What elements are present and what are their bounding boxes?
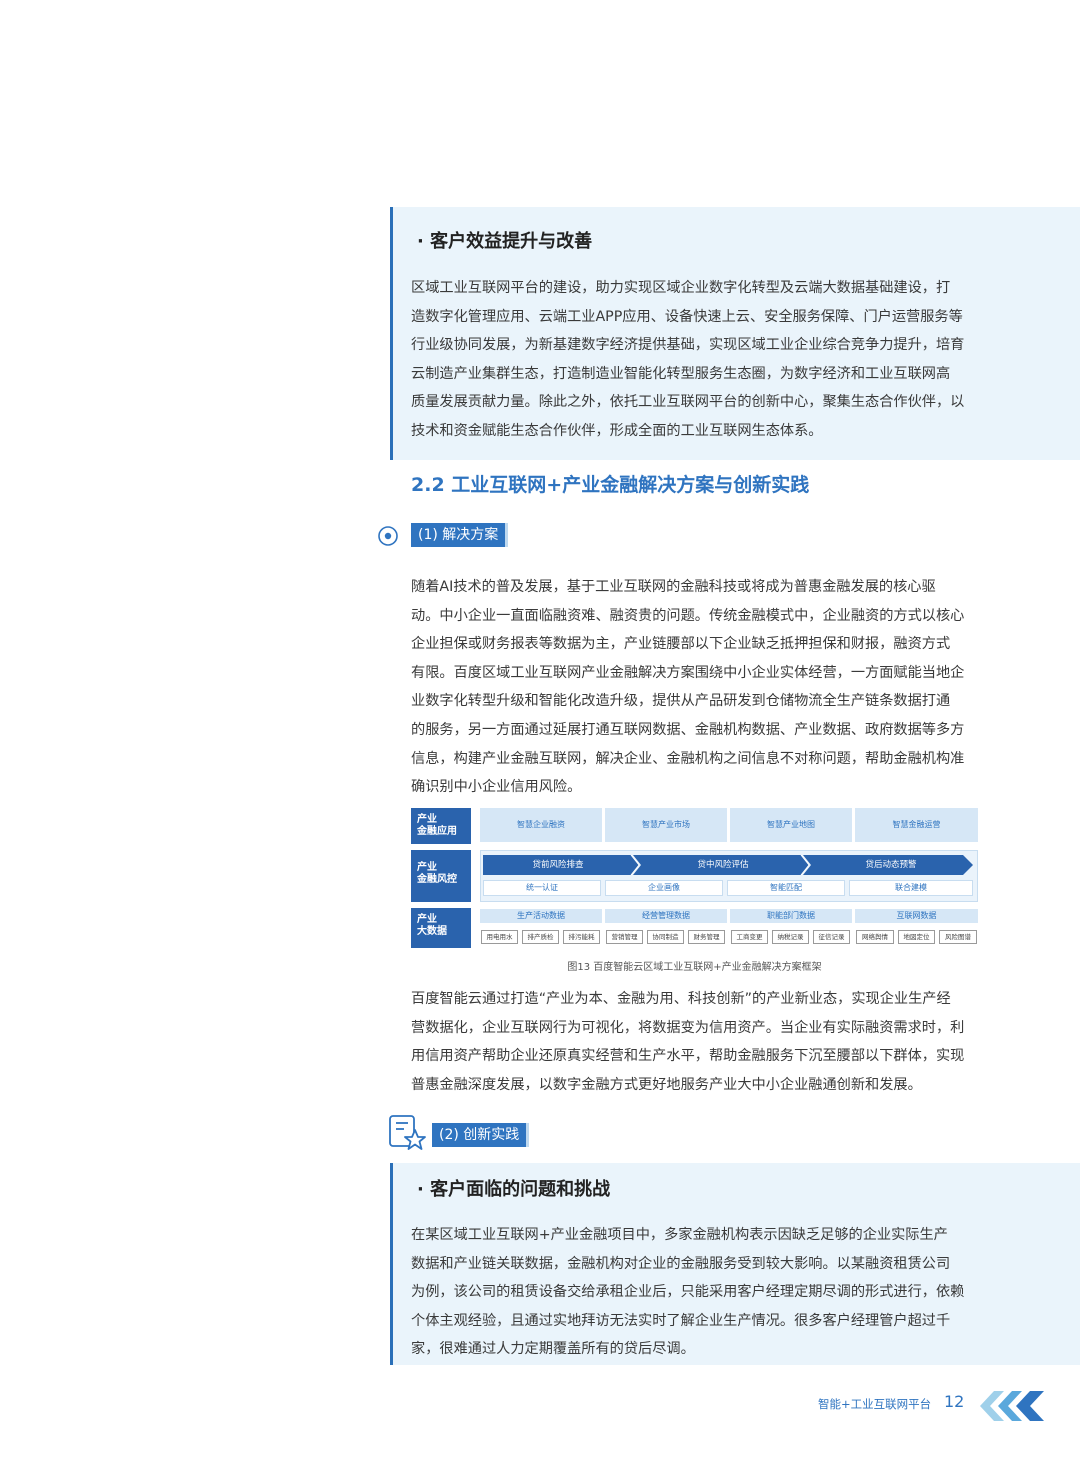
text-line: 在某区域工业互联网+产业金融项目中，多家金融机构表示因缺乏足够的企业实际生产: [411, 1227, 948, 1243]
data-item: 纳税记录: [772, 930, 809, 944]
challenges-paragraph: 在某区域工业互联网+产业金融项目中，多家金融机构表示因缺乏足够的企业实际生产 数…: [411, 1221, 964, 1364]
text-line: 个体主观经验，且通过实地拜访无法实时了解企业生产情况。很多客户经理管户超过千: [411, 1312, 951, 1329]
outcome-paragraph: 百度智能云通过打造“产业为本、金融为用、科技创新”的产业新业态，实现企业生产经 …: [411, 985, 964, 1099]
text-line: 普惠金融深度发展，以数字金融方式更好地服务产业大中小企业融通创新和发展。: [411, 1076, 922, 1093]
text-line: 业数字化转型升级和智能化改造升级，提供从产品研发到仓储物流全生产链条数据打通: [411, 693, 951, 710]
app-cell: 智慧金融运营: [855, 808, 978, 842]
data-item: 地図定位: [898, 930, 935, 944]
solution-framework-diagram: 产业 金融应用 智慧企业融资 智慧产业市场 智慧产业地图 智慧金融运营 产业 金…: [411, 808, 978, 948]
row-label-line: 金融风控: [417, 874, 457, 885]
row-label-big-data: 产业 大数据: [411, 908, 471, 948]
data-item: 风险图谱: [939, 930, 977, 944]
footer-title: 智能+工业互联网平台: [818, 1397, 932, 1411]
text-line: 百度智能云通过打造“产业为本、金融为用、科技创新”的产业新业态，实现企业生产经: [411, 991, 951, 1007]
app-cell: 智慧产业地图: [730, 808, 852, 842]
risk-cell: 智能匹配: [727, 880, 845, 896]
text-line: 家，很难通过人力定期覆盖所有的贷后尽调。: [411, 1341, 695, 1358]
data-group-title: 经营管理数据: [605, 909, 727, 923]
target-icon: [377, 525, 399, 547]
text-line: 有限。百度区域工业互联网产业金融解决方案围绕中小企业实体经营，一方面赋能当地企: [411, 664, 965, 681]
star-note-icon: [388, 1114, 428, 1152]
solution-tag: (1) 解决方案: [411, 523, 509, 547]
text-line: 造数字化管理应用、云端工业APP应用、设备快速上云、安全服务保障、门户运营服务等: [411, 308, 963, 325]
section-title: 2.2 工业互联网+产业金融解决方案与创新实践: [411, 474, 810, 496]
text-line: 区域工业互联网平台的建设，助力实现区域企业数字化转型及云端大数据基础建设，打: [411, 280, 951, 296]
benefits-paragraph: 区域工业互联网平台的建设，助力实现区域企业数字化转型及云端大数据基础建设，打 造…: [411, 274, 964, 446]
diagram-caption: 图13 百度智能云区域工业互联网+产业金融解决方案框架: [567, 962, 822, 973]
data-item: 网络舆情: [856, 930, 894, 944]
data-item: 营销管理: [606, 930, 643, 944]
data-item: 工商变更: [731, 930, 768, 944]
arrow-label: 贷中风险评估: [697, 860, 749, 870]
data-item: 用电用水: [481, 930, 518, 944]
row-label-line: 产业: [417, 914, 437, 925]
risk-cell: 统一认证: [483, 880, 601, 896]
text-line: 营数据化，企业互联网行为可视化，将数据变为信用资产。当企业有实际融资需求时，利: [411, 1019, 965, 1036]
text-line: 确识别中小企业信用风险。: [411, 779, 582, 796]
text-line: 动。中小企业一直面临融资难、融资贵的问题。传统金融模式中，企业融资的方式以核心: [411, 607, 965, 624]
text-line: 行业级协同发展，为新基建数字经济提供基础，实现区域工业企业综合竞争力提升，培育: [411, 337, 965, 354]
text-line: 用信用资产帮助企业还原真实经营和生产水平，帮助金融服务下沉至腰部以下群体，实现: [411, 1048, 965, 1065]
risk-cell: 企业画像: [605, 880, 723, 896]
text-line: 技术和资金赋能生态合作伙伴，形成全面的工业互联网生态体系。: [411, 422, 823, 439]
row-label-line: 金融应用: [417, 826, 457, 837]
row-label-line: 产业: [417, 862, 437, 873]
benefits-heading: · 客户效益提升与改善: [417, 231, 593, 252]
page-number: 12: [944, 1392, 965, 1411]
text-line: 企业担保或财务报表等数据为主，产业链腰部以下企业缺乏抵押担保和财报，融资方式: [411, 636, 951, 653]
solution-paragraph: 随着AI技术的普及发展，基于工业互联网的金融科技或将成为普惠金融发展的核心驱 动…: [411, 573, 964, 802]
row-label-finance-app: 产业 金融应用: [411, 808, 471, 844]
text-line: 为例，该公司的租赁设备交给承租企业后，只能采用客户经理定期尽调的形式进行，依赖: [411, 1284, 965, 1301]
app-cell: 智慧产业市场: [605, 808, 727, 842]
arrow-label: 贷前风险排查: [532, 860, 584, 870]
text-line: 云制造产业集群生态，打造制造业智能化转型服务生态圈，为数字经济和工业互联网高: [411, 365, 951, 382]
row-label-line: 大数据: [417, 926, 447, 937]
arrow-label: 贷后动态预警: [865, 860, 917, 870]
data-item: 排污能耗: [563, 930, 600, 944]
text-line: 的服务，另一方面通过延展打通互联网数据、金融机构数据、产业数据、政府数据等多方: [411, 721, 965, 738]
challenges-heading: · 客户面临的问题和挑战: [417, 1179, 611, 1200]
data-item: 排产质检: [522, 930, 559, 944]
data-group-title: 生产活动数据: [480, 909, 602, 923]
app-cell: 智慧企业融资: [480, 808, 602, 842]
row-label-line: 产业: [417, 814, 437, 825]
data-group-title: 互联网数据: [855, 909, 978, 923]
text-line: 信息，构建产业金融互联网，解决企业、金融机构之间信息不对称问题，帮助金融机构准: [411, 750, 965, 767]
chevrons-icon: [976, 1389, 1056, 1423]
data-group-title: 职能部门数据: [730, 909, 852, 923]
data-item: 财务管理: [688, 930, 725, 944]
text-line: 随着AI技术的普及发展，基于工业互联网的金融科技或将成为普惠金融发展的核心驱: [411, 579, 936, 595]
practice-tag: (2) 创新实践: [432, 1123, 530, 1147]
text-line: 数据和产业链关联数据，金融机构对企业的金融服务受到较大影响。以某融资租赁公司: [411, 1255, 951, 1272]
row-label-risk-control: 产业 金融风控: [411, 850, 471, 902]
risk-cell: 联合建模: [849, 880, 973, 896]
text-line: 质量发展贡献力量。除此之外，依托工业互联网平台的创新中心，聚集生态合作伙伴，以: [411, 394, 965, 411]
data-item: 征信记录: [813, 930, 850, 944]
data-item: 协同制造: [647, 930, 684, 944]
